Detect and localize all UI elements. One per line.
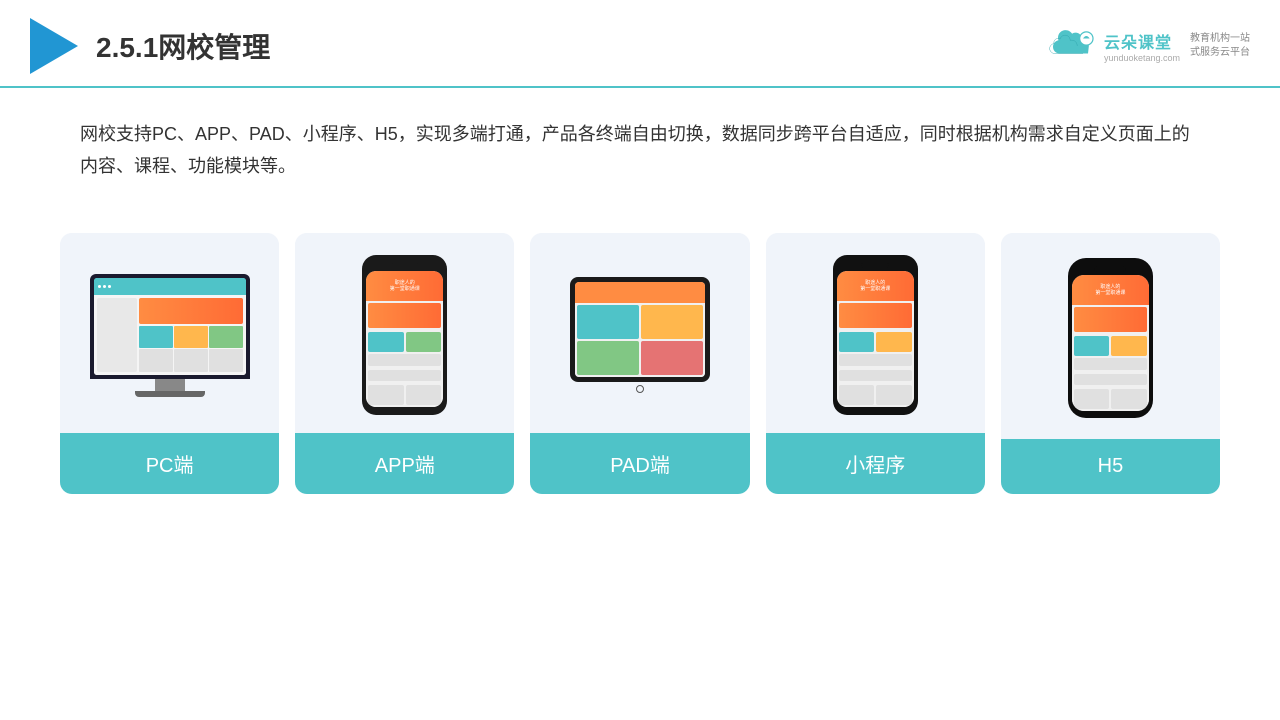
card-pad: PAD端 <box>530 233 749 494</box>
header-right: 云朵课堂 yunduoketang.com 教育机构一站式服务云平台 <box>1048 29 1250 63</box>
card-app-label: APP端 <box>295 433 514 494</box>
header-left: 2.5.1网校管理 <box>30 18 270 74</box>
card-pc: PC端 <box>60 233 279 494</box>
brand-logo: 云朵课堂 yunduoketang.com <box>1048 29 1180 63</box>
page-title: 2.5.1网校管理 <box>96 26 270 66</box>
brand-text-group: 云朵课堂 yunduoketang.com <box>1104 29 1180 63</box>
mini-phone-mockup: 职途人的第一堂职通课 <box>833 255 918 415</box>
h5-phone-mockup: 职途人的第一堂职通课 <box>1068 258 1153 418</box>
card-h5-image: 职途人的第一堂职通课 <box>1001 233 1220 439</box>
card-app: 职途人的第一堂职通课 <box>295 233 514 494</box>
logo-icon <box>30 18 78 74</box>
card-pad-label: PAD端 <box>530 433 749 494</box>
card-mini-label: 小程序 <box>766 433 985 494</box>
pad-tablet-mockup <box>570 277 710 393</box>
brand-name: 云朵课堂 <box>1104 29 1180 53</box>
card-pad-image <box>530 233 749 433</box>
brand-tagline: 教育机构一站式服务云平台 <box>1190 32 1250 60</box>
app-phone-mockup: 职途人的第一堂职通课 <box>362 255 447 415</box>
card-mini-image: 职途人的第一堂职通课 <box>766 233 985 433</box>
pc-mockup <box>90 274 250 397</box>
cards-container: PC端 职途人的第一堂职通课 <box>0 213 1280 514</box>
brand-url: yunduoketang.com <box>1104 53 1180 63</box>
card-pc-label: PC端 <box>60 433 279 494</box>
card-app-image: 职途人的第一堂职通课 <box>295 233 514 433</box>
card-mini: 职途人的第一堂职通课 <box>766 233 985 494</box>
cloud-icon <box>1048 30 1098 62</box>
description-text: 网校支持PC、APP、PAD、小程序、H5，实现多端打通，产品各终端自由切换，数… <box>0 88 1280 203</box>
card-h5-label: H5 <box>1001 439 1220 494</box>
card-h5: 职途人的第一堂职通课 <box>1001 233 1220 494</box>
card-pc-image <box>60 233 279 433</box>
brand-icon: 云朵课堂 yunduoketang.com <box>1048 29 1180 63</box>
header: 2.5.1网校管理 云朵课堂 yunduoketang.com 教育机构一站式服… <box>0 0 1280 88</box>
